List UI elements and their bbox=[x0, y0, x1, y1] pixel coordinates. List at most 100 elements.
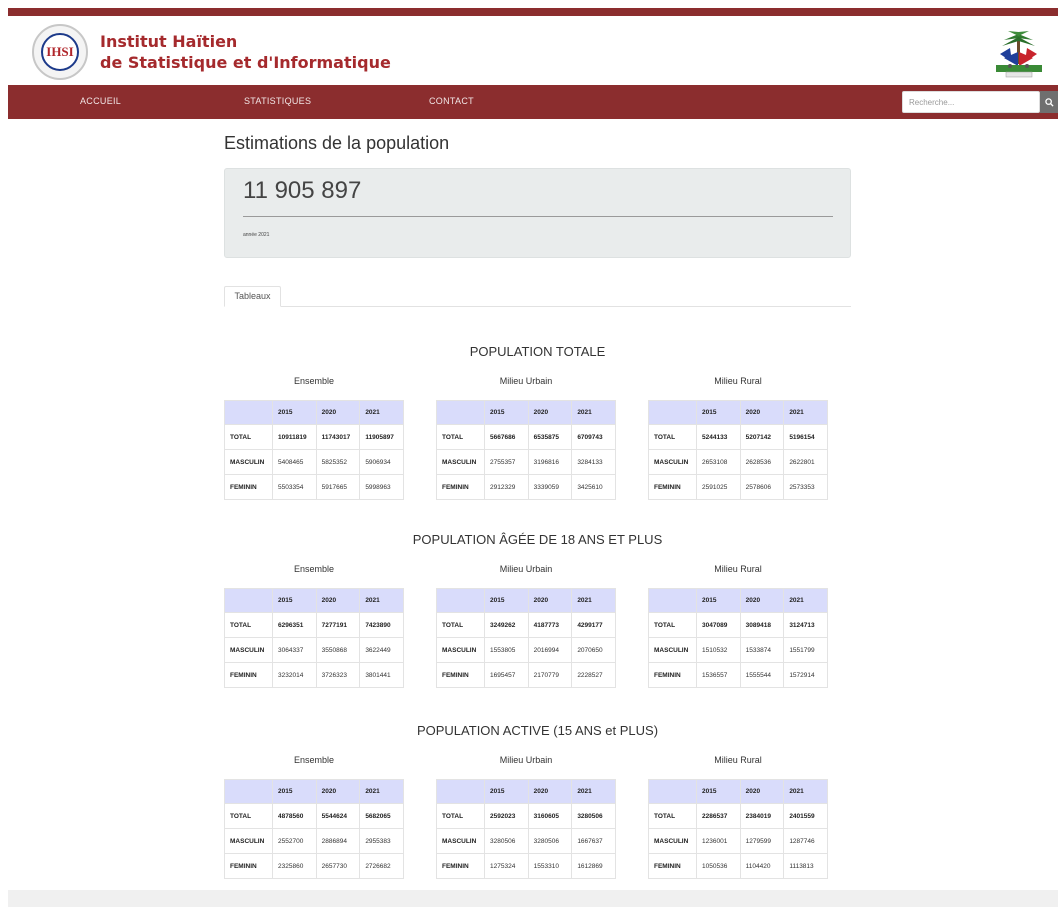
table-cell: 5544624 bbox=[315, 803, 361, 829]
table-header-row: 2015 2020 2021 bbox=[224, 588, 404, 613]
row-label: FEMININ bbox=[648, 662, 697, 688]
search-icon bbox=[1044, 97, 1054, 107]
table-cell: 3160605 bbox=[527, 803, 573, 829]
table-cell: 5207142 bbox=[739, 424, 785, 450]
table-cell: 2228527 bbox=[571, 662, 616, 688]
header-corner-cell bbox=[224, 779, 273, 804]
row-label: FEMININ bbox=[648, 474, 697, 500]
nav-item-statistiques[interactable]: STATISTIQUES bbox=[244, 96, 311, 106]
table-cell: 7423890 bbox=[359, 612, 404, 638]
year-header: 2021 bbox=[571, 779, 616, 804]
table-row: MASCULIN 2552700 2886894 2955383 bbox=[224, 828, 404, 854]
row-label: TOTAL bbox=[224, 612, 273, 638]
table-row: FEMININ 1050536 1104420 1113813 bbox=[648, 853, 828, 879]
table-caption: Milieu Urbain bbox=[499, 755, 553, 765]
table-cell: 1612869 bbox=[571, 853, 616, 879]
year-header: 2020 bbox=[527, 588, 573, 613]
row-label: FEMININ bbox=[436, 474, 485, 500]
table-cell: 2592023 bbox=[484, 803, 529, 829]
table-caption: Milieu Urbain bbox=[499, 376, 553, 386]
footer bbox=[8, 890, 1058, 907]
header-corner-cell bbox=[224, 400, 273, 425]
year-header: 2021 bbox=[783, 779, 828, 804]
statistics-table: 2015 2020 2021 TOTAL 3047089 3089418 3124713 MA… bbox=[648, 588, 828, 688]
table-header-row: 2015 2020 2021 bbox=[224, 400, 404, 425]
table-cell: 4299177 bbox=[571, 612, 616, 638]
table-cell: 3550868 bbox=[315, 637, 361, 663]
statistics-table: 2015 2020 2021 TOTAL 4878560 5544624 5682065 MA… bbox=[224, 779, 404, 879]
table-cell: 3726323 bbox=[315, 662, 361, 688]
year-header: 2015 bbox=[484, 400, 529, 425]
table-cell: 5408465 bbox=[272, 449, 317, 475]
table-header-row: 2015 2020 2021 bbox=[648, 588, 828, 613]
row-label: TOTAL bbox=[648, 803, 697, 829]
table-row: TOTAL 3249262 4187773 4299177 bbox=[436, 612, 616, 638]
table-cell: 3622449 bbox=[359, 637, 404, 663]
year-header: 2015 bbox=[696, 779, 741, 804]
search-button[interactable] bbox=[1040, 91, 1058, 113]
table-cell: 2653108 bbox=[696, 449, 741, 475]
table-cell: 1236001 bbox=[696, 828, 741, 854]
table-cell: 6296351 bbox=[272, 612, 317, 638]
table-cell: 3280506 bbox=[484, 828, 529, 854]
table-cell: 1695457 bbox=[484, 662, 529, 688]
row-label: MASCULIN bbox=[436, 449, 485, 475]
table-row: MASCULIN 2653108 2628536 2622801 bbox=[648, 449, 828, 475]
statistics-table: 2015 2020 2021 TOTAL 5667686 6535875 6709743 MA… bbox=[436, 400, 616, 500]
statistics-table: 2015 2020 2021 TOTAL 5244133 5207142 5196154 MA… bbox=[648, 400, 828, 500]
search-input[interactable] bbox=[902, 91, 1040, 113]
header-corner-cell bbox=[648, 779, 697, 804]
table-cell: 5196154 bbox=[783, 424, 828, 450]
year-header: 2015 bbox=[696, 588, 741, 613]
tabs-bar: Tableaux bbox=[224, 286, 851, 307]
row-label: FEMININ bbox=[436, 853, 485, 879]
table-cell: 3124713 bbox=[783, 612, 828, 638]
table-cell: 3339059 bbox=[527, 474, 573, 500]
table-cell: 5825352 bbox=[315, 449, 361, 475]
table-cell: 3047089 bbox=[696, 612, 741, 638]
header-corner-cell bbox=[648, 588, 697, 613]
year-header: 2021 bbox=[571, 400, 616, 425]
row-label: MASCULIN bbox=[648, 828, 697, 854]
table-cell: 5998963 bbox=[359, 474, 404, 500]
table-caption: Ensemble bbox=[293, 376, 335, 386]
table-cell: 2401559 bbox=[783, 803, 828, 829]
row-label: TOTAL bbox=[224, 803, 273, 829]
tab-tableaux[interactable]: Tableaux bbox=[224, 286, 281, 307]
table-row: TOTAL 10911819 11743017 11905897 bbox=[224, 424, 404, 450]
table-cell: 1533874 bbox=[739, 637, 785, 663]
table-cell: 1667637 bbox=[571, 828, 616, 854]
year-header: 2020 bbox=[739, 779, 785, 804]
brand-line-2: de Statistique et d'Informatique bbox=[100, 53, 391, 72]
table-header-row: 2015 2020 2021 bbox=[436, 400, 616, 425]
table-row: TOTAL 5244133 5207142 5196154 bbox=[648, 424, 828, 450]
table-cell: 1279599 bbox=[739, 828, 785, 854]
table-row: MASCULIN 5408465 5825352 5906934 bbox=[224, 449, 404, 475]
row-label: TOTAL bbox=[224, 424, 273, 450]
table-row: MASCULIN 1553805 2016994 2070650 bbox=[436, 637, 616, 663]
table-cell: 2726682 bbox=[359, 853, 404, 879]
table-cell: 2325860 bbox=[272, 853, 317, 879]
statistics-table: 2015 2020 2021 TOTAL 3249262 4187773 4299177 MA… bbox=[436, 588, 616, 688]
header-corner-cell bbox=[648, 400, 697, 425]
year-header: 2020 bbox=[315, 588, 361, 613]
row-label: FEMININ bbox=[224, 662, 273, 688]
table-row: MASCULIN 3280506 3280506 1667637 bbox=[436, 828, 616, 854]
nav-item-accueil[interactable]: ACCUEIL bbox=[80, 96, 121, 106]
table-caption: Ensemble bbox=[293, 564, 335, 574]
brand-header[interactable]: IHSI Institut Haïtien de Statistique et … bbox=[32, 22, 391, 82]
table-cell: 10911819 bbox=[272, 424, 317, 450]
ihsi-logo[interactable]: IHSI bbox=[32, 24, 88, 80]
table-cell: 2070650 bbox=[571, 637, 616, 663]
table-cell: 3196816 bbox=[527, 449, 573, 475]
table-header-row: 2015 2020 2021 bbox=[224, 779, 404, 804]
nav-item-contact[interactable]: CONTACT bbox=[429, 96, 474, 106]
card-divider bbox=[243, 216, 833, 217]
header-corner-cell bbox=[436, 588, 485, 613]
table-cell: 1551799 bbox=[783, 637, 828, 663]
section-title: POPULATION ACTIVE (15 ANS et PLUS) bbox=[416, 723, 659, 738]
table-cell: 5667686 bbox=[484, 424, 529, 450]
table-cell: 2016994 bbox=[527, 637, 573, 663]
row-label: MASCULIN bbox=[436, 637, 485, 663]
table-cell: 1275324 bbox=[484, 853, 529, 879]
